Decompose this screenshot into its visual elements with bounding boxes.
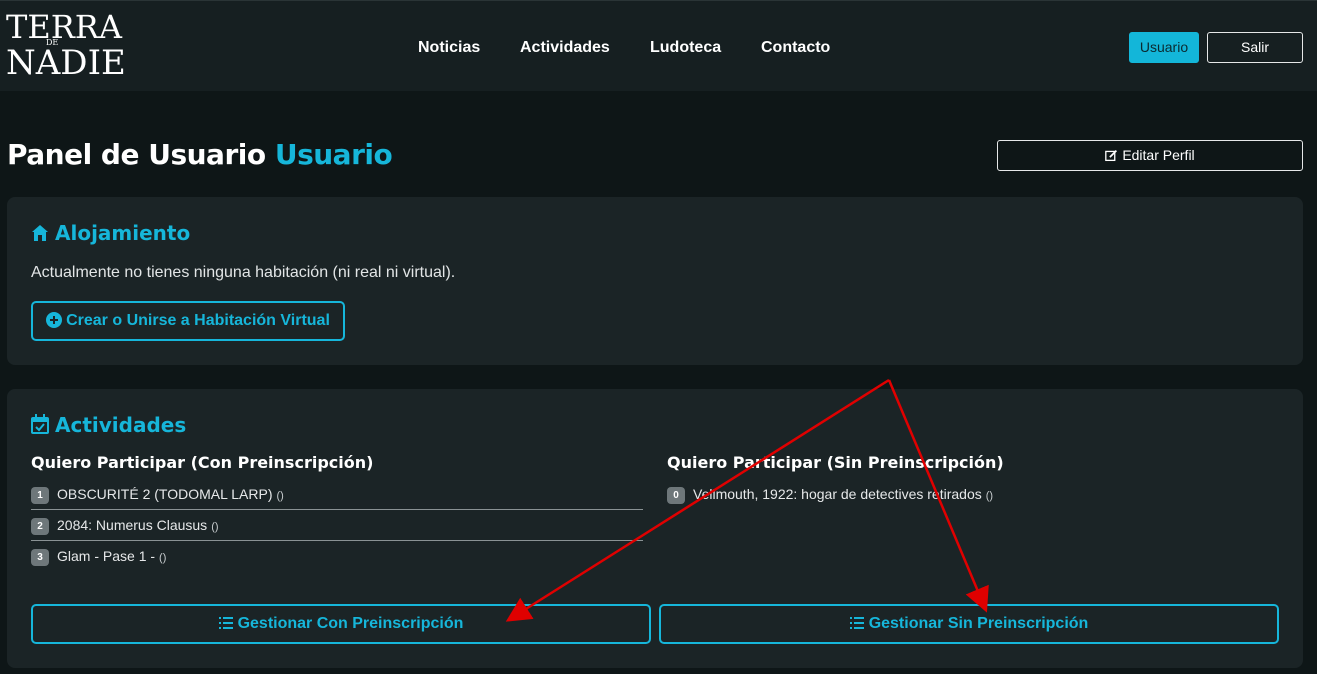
calendar-check-icon [31,414,49,434]
without-prereg-list: 0 Vellmouth, 1922: hogar de detectives r… [667,479,1279,510]
logo-line-3: NADIE [6,43,126,83]
list-item: 1 OBSCURITÉ 2 (TODOMAL LARP)() [31,479,643,510]
nav-link-noticias[interactable]: Noticias [418,38,480,58]
manage-with-prereg-label: Gestionar Con Preinscripción [237,615,464,632]
list-item-name: 2084: Numerus Clausus [57,517,208,533]
page-title: Panel de Usuario Usuario [7,137,393,173]
list-item-label: Glam - Pase 1 -() [57,547,166,567]
manage-with-prereg-button[interactable]: Gestionar Con Preinscripción [31,604,651,644]
alojamiento-title-text: Alojamiento [55,221,191,245]
actividades-title-text: Actividades [55,413,187,437]
list-item-label: Vellmouth, 1922: hogar de detectives ret… [693,485,993,505]
top-navbar: TERRA DE NADIE Noticias Actividades Ludo… [0,0,1317,91]
page-title-username: Usuario [274,138,393,171]
edit-icon [1105,149,1118,162]
list-item-label: 2084: Numerus Clausus() [57,516,219,536]
create-room-label: Crear o Unirse a Habitación Virtual [66,312,330,329]
list-item: 0 Vellmouth, 1922: hogar de detectives r… [667,479,1279,510]
list-item-name: Glam - Pase 1 - [57,548,156,564]
list-item-badge: 2 [31,518,49,535]
list-item-badge: 0 [667,487,685,504]
list-icon [218,617,233,629]
home-icon [32,225,48,241]
list-item-badge: 3 [31,549,49,566]
list-item-meta: () [985,490,994,502]
list-item-meta: () [276,490,284,502]
edit-profile-label: Editar Perfil [1122,147,1195,163]
actividades-title: Actividades [31,413,186,437]
list-item-badge: 1 [31,487,49,504]
logo-line-1: TERRA [6,8,122,46]
list-item-label: OBSCURITÉ 2 (TODOMAL LARP)() [57,485,284,505]
list-item: 3 Glam - Pase 1 -() [31,541,643,572]
list-item-meta: () [211,521,219,533]
alojamiento-card: Alojamiento Actualmente no tienes ningun… [7,197,1303,365]
without-prereg-title: Quiero Participar (Sin Preinscripción) [667,453,1004,472]
nav-link-contacto[interactable]: Contacto [761,38,830,58]
alojamiento-title: Alojamiento [31,221,190,245]
manage-without-prereg-label: Gestionar Sin Preinscripción [868,615,1089,632]
logout-button[interactable]: Salir [1207,32,1303,63]
user-button[interactable]: Usuario [1129,32,1199,63]
list-icon [849,617,864,629]
manage-without-prereg-button[interactable]: Gestionar Sin Preinscripción [659,604,1279,644]
brand-logo[interactable]: TERRA DE NADIE [6,11,126,81]
list-item-name: OBSCURITÉ 2 (TODOMAL LARP) [57,486,273,502]
with-prereg-list: 1 OBSCURITÉ 2 (TODOMAL LARP)() 2 2084: N… [31,479,643,572]
create-room-button[interactable]: Crear o Unirse a Habitación Virtual [31,301,345,341]
nav-link-actividades[interactable]: Actividades [520,38,610,58]
list-item-name: Vellmouth, 1922: hogar de detectives ret… [693,486,982,502]
edit-profile-button[interactable]: Editar Perfil [997,140,1303,171]
list-item: 2 2084: Numerus Clausus() [31,510,643,541]
page-title-prefix: Panel de Usuario [7,138,266,171]
alojamiento-status-text: Actualmente no tienes ninguna habitación… [31,264,456,281]
with-prereg-title: Quiero Participar (Con Preinscripción) [31,453,374,472]
nav-link-ludoteca[interactable]: Ludoteca [650,38,721,58]
plus-circle-icon [46,312,63,328]
list-item-meta: () [159,552,167,564]
actividades-card: Actividades Quiero Participar (Con Prein… [7,389,1303,668]
